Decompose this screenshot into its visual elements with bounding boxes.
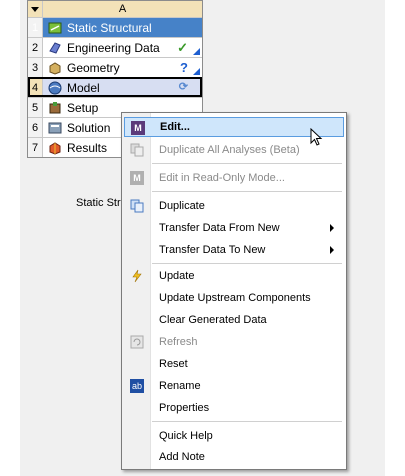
context-menu: M Edit... Duplicate All Analyses (Beta) … [121,112,347,470]
submenu-arrow-icon [330,224,334,232]
menu-item-label: Update [159,270,195,282]
menu-separator [152,421,342,422]
menu-item-rename[interactable]: ab Rename [124,376,344,396]
menu-item-label: Edit... [160,121,190,133]
menu-item-clear-generated-data[interactable]: Clear Generated Data [124,310,344,330]
system-row-model[interactable]: 4 Model ⟳ [28,77,202,97]
menu-item-refresh[interactable]: Refresh [124,332,344,352]
system-row-static-structural[interactable]: 1 Static Structural [28,17,202,37]
check-icon: ✓ [177,40,188,55]
menu-separator [152,163,342,164]
corner-indicator-icon [193,48,200,55]
engineering-data-icon [48,41,62,55]
menu-item-label: Quick Help [159,430,213,442]
menu-separator [152,263,342,264]
menu-item-label: Duplicate [159,200,205,212]
menu-item-transfer-data-to-new[interactable]: Transfer Data To New [124,240,344,260]
rename-icon: ab [130,379,144,393]
menu-item-add-note[interactable]: Add Note [124,447,344,467]
menu-item-label: Properties [159,402,210,414]
static-structural-icon [48,21,62,35]
menu-item-label: Rename [159,380,201,392]
menu-separator [152,191,342,192]
mouse-cursor-icon [310,128,323,146]
menu-item-label: Transfer Data To New [159,244,266,256]
corner-indicator-icon [193,68,200,75]
menu-item-reset[interactable]: Reset [124,354,344,374]
row-number: 1 [28,18,43,37]
menu-item-label: Clear Generated Data [159,314,267,326]
geometry-icon [48,61,62,75]
system-row-geometry[interactable]: 3 Geometry ? [28,57,202,77]
menu-item-label: Transfer Data From New [159,222,280,234]
row-number: 3 [28,58,43,77]
copy-icon [130,143,144,157]
menu-item-label: Edit in Read-Only Mode... [159,172,285,184]
menu-item-label: Refresh [159,336,198,348]
question-icon: ? [180,60,188,75]
system-name-label[interactable]: Static Str [76,197,121,209]
refresh-icon [130,335,144,349]
menu-item-transfer-data-from-new[interactable]: Transfer Data From New [124,218,344,238]
system-row-engineering-data[interactable]: 2 Engineering Data ✓ [28,37,202,57]
menu-item-update[interactable]: Update [124,266,344,286]
row-number: 7 [28,138,43,157]
menu-item-edit-read-only[interactable]: M Edit in Read-Only Mode... [124,168,344,188]
solution-icon [48,121,62,135]
row-number: 2 [28,38,43,57]
menu-item-label: Update Upstream Components [159,292,311,304]
menu-item-duplicate[interactable]: Duplicate [124,196,344,216]
setup-icon [48,101,62,115]
menu-item-label: Duplicate All Analyses (Beta) [159,144,300,156]
model-icon [48,81,62,95]
menu-item-properties[interactable]: Properties [124,398,344,418]
corner-dropdown[interactable] [28,1,43,17]
menu-item-quick-help[interactable]: Quick Help [124,426,344,446]
duplicate-icon [130,199,144,213]
menu-item-label: Reset [159,358,188,370]
window-frame [385,0,405,476]
row-number: 5 [28,98,43,117]
row-label: Static Structural [67,20,152,35]
row-number: 4 [28,78,43,97]
refresh-required-icon: ⟳ [178,81,188,93]
column-header: A [118,3,127,15]
mechanical-app-icon: M [130,171,144,185]
menu-item-update-upstream[interactable]: Update Upstream Components [124,288,344,308]
submenu-arrow-icon [330,246,334,254]
menu-item-label: Add Note [159,451,205,463]
results-icon [48,141,62,155]
lightning-icon [130,269,144,283]
system-header-row: A [28,1,202,17]
row-number: 6 [28,118,43,137]
mechanical-app-icon: M [131,121,145,135]
